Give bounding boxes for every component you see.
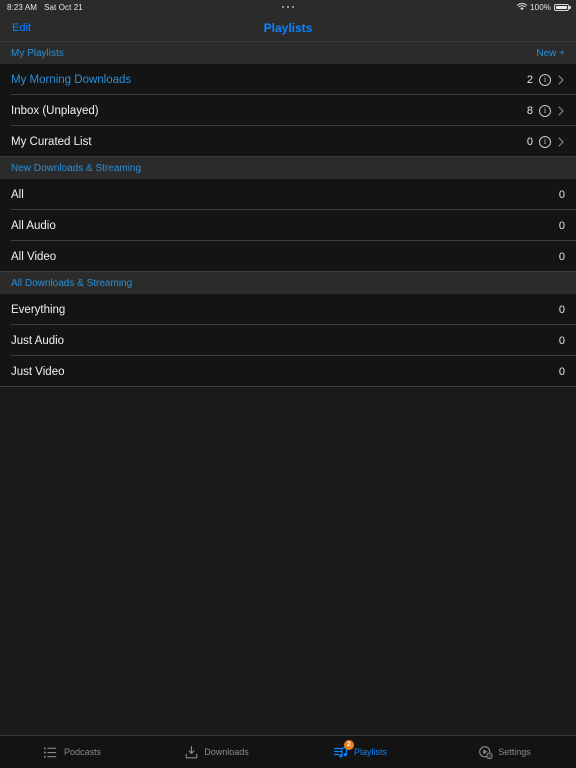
list-item-accessories: 8i: [526, 104, 565, 117]
section-header-label: My Playlists: [11, 47, 64, 59]
list-separator: [0, 386, 576, 387]
list-item-accessories: 0: [559, 189, 565, 201]
list-item[interactable]: All Audio 0: [0, 210, 576, 241]
list-item-accessories: 0: [559, 251, 565, 263]
tab-podcasts[interactable]: Podcasts: [0, 736, 144, 768]
navigation-bar: Edit Playlists: [0, 14, 576, 42]
tab-badge: 2: [343, 740, 354, 750]
list-item[interactable]: Inbox (Unplayed) 8 i: [0, 95, 576, 126]
tab-label: Playlists: [353, 747, 387, 757]
tab-label: Settings: [498, 747, 531, 757]
status-bar-center: [0, 0, 576, 14]
list-item[interactable]: All 0: [0, 179, 576, 210]
section-header: My Playlists New +: [0, 42, 576, 64]
status-bar-left: 8:23 AM Sat Oct 21: [7, 3, 83, 12]
playlists-list: My Playlists New + My Morning Downloads 2 i I…: [0, 42, 576, 735]
list-item-count: 0: [558, 365, 565, 378]
tab-settings[interactable]: i Settings: [432, 736, 576, 768]
more-dots-icon: [281, 5, 295, 9]
list-item-label: All: [11, 188, 24, 201]
settings-icon: i: [477, 744, 493, 760]
list-item-label: All Video: [11, 250, 57, 263]
tab-label: Podcasts: [63, 747, 102, 757]
section-header-label: New Downloads & Streaming: [11, 162, 142, 174]
wifi-icon: [517, 3, 528, 11]
download-icon: [183, 744, 199, 760]
list-item-count: 0: [558, 334, 565, 347]
chevron-right-icon: [558, 74, 564, 85]
tab-playlists[interactable]: 2 Playlists: [288, 736, 432, 768]
list-item-count: 2: [526, 73, 533, 86]
tab-downloads[interactable]: Downloads: [144, 736, 288, 768]
list-item-accessories: 2i: [526, 73, 565, 86]
status-time: 8:23 AM: [7, 2, 38, 12]
list-item-accessories: 0: [559, 366, 565, 378]
list-item-label: Just Audio: [11, 334, 65, 347]
list-icon: [43, 744, 59, 760]
list-item-label: Everything: [11, 303, 66, 316]
list-item-label: Just Video: [11, 365, 65, 378]
list-item[interactable]: My Curated List 0 i: [0, 126, 576, 157]
app-screen: 8:23 AM Sat Oct 21 100% Edit Playlists M…: [0, 0, 576, 768]
tab-bar: Podcasts Downloads 2 Playlists i Settings: [0, 735, 576, 768]
status-bar: 8:23 AM Sat Oct 21 100%: [0, 0, 576, 14]
list-item-count: 0: [558, 188, 565, 201]
list-item[interactable]: All Video 0: [0, 241, 576, 272]
list-separator: [0, 271, 576, 272]
list-item-count: 0: [558, 219, 565, 232]
list-item-count: 0: [558, 303, 565, 316]
list-item-label: Inbox (Unplayed): [11, 104, 99, 117]
info-icon[interactable]: i: [539, 73, 551, 86]
status-bar-right: 100%: [517, 0, 571, 14]
list-item-accessories: 0i: [526, 135, 565, 148]
list-item[interactable]: Just Audio 0: [0, 325, 576, 356]
list-separator: [0, 156, 576, 157]
section-header-label: All Downloads & Streaming: [11, 277, 133, 289]
info-icon[interactable]: i: [539, 104, 551, 117]
list-item-count: 0: [558, 250, 565, 263]
page-title: Playlists: [263, 20, 313, 35]
playlist-icon: 2: [333, 740, 354, 760]
battery-icon: [554, 3, 571, 11]
new-playlist-button[interactable]: New +: [536, 48, 565, 59]
list-item-count: 0: [526, 135, 533, 148]
list-item-accessories: 0: [559, 304, 565, 316]
section-header: New Downloads & Streaming: [0, 157, 576, 179]
list-item[interactable]: My Morning Downloads 2 i: [0, 64, 576, 95]
list-item-label: My Curated List: [11, 135, 92, 148]
tab-label: Downloads: [204, 747, 249, 757]
list-item[interactable]: Everything 0: [0, 294, 576, 325]
status-date: Sat Oct 21: [44, 2, 83, 12]
list-item-label: All Audio: [11, 219, 56, 232]
battery-percent-label: 100%: [530, 2, 551, 12]
list-item-accessories: 0: [559, 335, 565, 347]
list-item-count: 8: [526, 104, 533, 117]
list-item-label: My Morning Downloads: [11, 73, 132, 86]
chevron-right-icon: [558, 136, 564, 147]
chevron-right-icon: [558, 105, 564, 116]
info-icon[interactable]: i: [539, 135, 551, 148]
section-header: All Downloads & Streaming: [0, 272, 576, 294]
list-item[interactable]: Just Video 0: [0, 356, 576, 387]
list-item-accessories: 0: [559, 220, 565, 232]
